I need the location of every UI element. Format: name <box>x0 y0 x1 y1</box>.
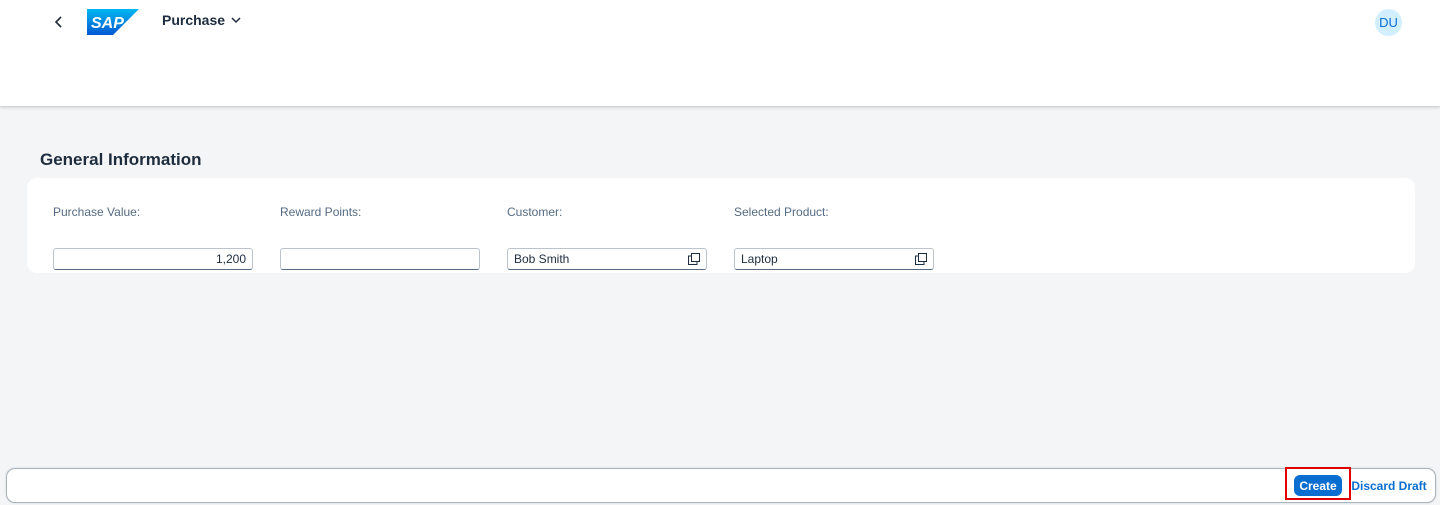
reward-points-input[interactable] <box>280 248 480 270</box>
purchase-value-label: Purchase Value: <box>53 205 141 219</box>
customer-value-help-button[interactable] <box>686 251 702 267</box>
selected-product-value-help-button[interactable] <box>913 251 929 267</box>
selected-product-label: Selected Product: <box>734 205 829 219</box>
sap-logo-text: SAP <box>91 15 124 32</box>
selected-product-field: Selected Product: <box>734 204 934 270</box>
purchase-value-field: Purchase Value: <box>53 204 253 270</box>
reward-points-label: Reward Points: <box>280 205 362 219</box>
selected-product-input[interactable] <box>734 248 934 270</box>
app-title-menu[interactable]: Purchase <box>162 12 241 28</box>
customer-field: Customer: <box>507 204 707 270</box>
create-button[interactable]: Create <box>1294 475 1342 496</box>
sap-logo: SAP <box>87 9 139 35</box>
purchase-value-input[interactable] <box>53 248 253 270</box>
app-title: Purchase <box>162 12 226 28</box>
customer-label: Customer: <box>507 205 563 219</box>
general-information-card: Purchase Value: Reward Points: Customer:… <box>27 178 1415 273</box>
selected-product-input-wrapper <box>734 248 934 270</box>
shell-bar: SAP Purchase DU <box>0 0 1440 107</box>
reward-points-field: Reward Points: <box>280 204 480 270</box>
chevron-left-icon <box>54 16 62 28</box>
customer-input-wrapper <box>507 248 707 270</box>
customer-input[interactable] <box>507 248 707 270</box>
value-help-icon <box>688 253 700 265</box>
discard-draft-button[interactable]: Discard Draft <box>1350 475 1428 496</box>
value-help-icon <box>915 253 927 265</box>
section-title: General Information <box>40 150 202 169</box>
footer-toolbar <box>6 468 1436 503</box>
user-avatar[interactable]: DU <box>1375 9 1402 36</box>
back-button[interactable] <box>48 10 70 34</box>
chevron-down-icon <box>231 17 241 24</box>
